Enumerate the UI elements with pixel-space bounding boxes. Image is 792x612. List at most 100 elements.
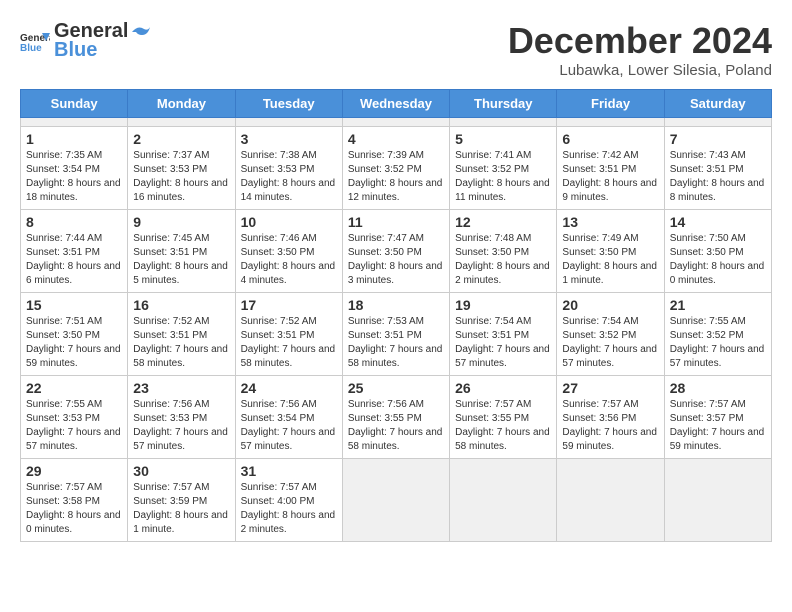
day-number: 22: [26, 380, 122, 396]
calendar-cell: [557, 459, 664, 542]
cell-info: Sunrise: 7:52 AMSunset: 3:51 PMDaylight:…: [133, 315, 229, 371]
calendar-cell: 5Sunrise: 7:41 AMSunset: 3:52 PMDaylight…: [450, 127, 557, 210]
calendar-cell: 14 Sunrise: 7:50 AMSunset: 3:50 PMDayligh…: [664, 210, 771, 293]
cell-info: Sunrise: 7:55 AMSunset: 3:52 PMDaylight:…: [670, 315, 766, 371]
day-number: 16: [133, 297, 229, 313]
day-number: 4: [348, 131, 444, 147]
day-number: 15: [26, 297, 122, 313]
day-number: 29: [26, 463, 122, 479]
cell-info: Sunrise: 7:46 AMSunset: 3:50 PMDaylight:…: [241, 232, 337, 288]
calendar-cell: 6Sunrise: 7:42 AMSunset: 3:51 PMDaylight…: [557, 127, 664, 210]
cell-info: Sunrise: 7:50 AMSunset: 3:50 PMDaylight:…: [670, 232, 766, 288]
calendar-cell: 9 Sunrise: 7:45 AMSunset: 3:51 PMDaylight…: [128, 210, 235, 293]
calendar-week-3: 8 Sunrise: 7:44 AMSunset: 3:51 PMDaylight…: [21, 210, 772, 293]
calendar-cell: 22 Sunrise: 7:55 AMSunset: 3:53 PMDayligh…: [21, 376, 128, 459]
calendar-cell: [21, 118, 128, 127]
day-number: 31: [241, 463, 337, 479]
calendar-cell: [128, 118, 235, 127]
cell-info: Sunrise: 7:57 AMSunset: 3:55 PMDaylight:…: [455, 398, 551, 454]
cell-info: Sunrise: 7:53 AMSunset: 3:51 PMDaylight:…: [348, 315, 444, 371]
calendar-cell: 1Sunrise: 7:35 AMSunset: 3:54 PMDaylight…: [21, 127, 128, 210]
day-number: 25: [348, 380, 444, 396]
day-number: 2: [133, 131, 229, 147]
day-number: 24: [241, 380, 337, 396]
cell-info: Sunrise: 7:57 AMSunset: 3:59 PMDaylight:…: [133, 481, 229, 537]
calendar-week-5: 22 Sunrise: 7:55 AMSunset: 3:53 PMDayligh…: [21, 376, 772, 459]
day-number: 27: [562, 380, 658, 396]
day-number: 5: [455, 131, 551, 147]
day-number: 18: [348, 297, 444, 313]
day-number: 9: [133, 214, 229, 230]
calendar-cell: 16 Sunrise: 7:52 AMSunset: 3:51 PMDayligh…: [128, 293, 235, 376]
day-number: 3: [241, 131, 337, 147]
day-number: 21: [670, 297, 766, 313]
cell-info: Sunrise: 7:45 AMSunset: 3:51 PMDaylight:…: [133, 232, 229, 288]
calendar-cell: [450, 118, 557, 127]
calendar-cell: 29Sunrise: 7:57 AMSunset: 3:58 PMDayligh…: [21, 459, 128, 542]
day-number: 20: [562, 297, 658, 313]
calendar-cell: 23Sunrise: 7:56 AMSunset: 3:53 PMDayligh…: [128, 376, 235, 459]
day-number: 13: [562, 214, 658, 230]
day-number: 30: [133, 463, 229, 479]
day-number: 28: [670, 380, 766, 396]
cell-info: Sunrise: 7:57 AMSunset: 3:56 PMDaylight:…: [562, 398, 658, 454]
cell-info: Sunrise: 7:54 AMSunset: 3:52 PMDaylight:…: [562, 315, 658, 371]
calendar-cell: [342, 459, 449, 542]
cell-info: Sunrise: 7:52 AMSunset: 3:51 PMDaylight:…: [241, 315, 337, 371]
calendar: SundayMondayTuesdayWednesdayThursdayFrid…: [20, 89, 772, 542]
day-number: 8: [26, 214, 122, 230]
calendar-cell: 10 Sunrise: 7:46 AMSunset: 3:50 PMDayligh…: [235, 210, 342, 293]
logo-bird-icon: [130, 23, 152, 41]
cell-info: Sunrise: 7:51 AMSunset: 3:50 PMDaylight:…: [26, 315, 122, 371]
calendar-cell: 7 Sunrise: 7:43 AMSunset: 3:51 PMDaylight…: [664, 127, 771, 210]
calendar-week-2: 1Sunrise: 7:35 AMSunset: 3:54 PMDaylight…: [21, 127, 772, 210]
day-number: 6: [562, 131, 658, 147]
cell-info: Sunrise: 7:54 AMSunset: 3:51 PMDaylight:…: [455, 315, 551, 371]
calendar-cell: 19 Sunrise: 7:54 AMSunset: 3:51 PMDayligh…: [450, 293, 557, 376]
calendar-cell: 17 Sunrise: 7:52 AMSunset: 3:51 PMDayligh…: [235, 293, 342, 376]
day-header-sunday: Sunday: [21, 90, 128, 118]
calendar-cell: 26 Sunrise: 7:57 AMSunset: 3:55 PMDayligh…: [450, 376, 557, 459]
cell-info: Sunrise: 7:48 AMSunset: 3:50 PMDaylight:…: [455, 232, 551, 288]
day-number: 10: [241, 214, 337, 230]
title-area: December 2024 Lubawka, Lower Silesia, Po…: [508, 20, 772, 79]
day-number: 19: [455, 297, 551, 313]
cell-info: Sunrise: 7:55 AMSunset: 3:53 PMDaylight:…: [26, 398, 122, 454]
calendar-cell: 18 Sunrise: 7:53 AMSunset: 3:51 PMDayligh…: [342, 293, 449, 376]
calendar-cell: [450, 459, 557, 542]
day-number: 14: [670, 214, 766, 230]
day-number: 17: [241, 297, 337, 313]
cell-info: Sunrise: 7:56 AMSunset: 3:55 PMDaylight:…: [348, 398, 444, 454]
day-header-tuesday: Tuesday: [235, 90, 342, 118]
header: General Blue General Blue December 2024 …: [20, 20, 772, 79]
calendar-cell: 21 Sunrise: 7:55 AMSunset: 3:52 PMDayligh…: [664, 293, 771, 376]
day-number: 12: [455, 214, 551, 230]
day-header-thursday: Thursday: [450, 90, 557, 118]
cell-info: Sunrise: 7:56 AMSunset: 3:54 PMDaylight:…: [241, 398, 337, 454]
day-header-wednesday: Wednesday: [342, 90, 449, 118]
calendar-cell: 30 Sunrise: 7:57 AMSunset: 3:59 PMDayligh…: [128, 459, 235, 542]
day-number: 11: [348, 214, 444, 230]
calendar-cell: 31Sunrise: 7:57 AMSunset: 4:00 PMDayligh…: [235, 459, 342, 542]
calendar-cell: 24 Sunrise: 7:56 AMSunset: 3:54 PMDayligh…: [235, 376, 342, 459]
day-header-saturday: Saturday: [664, 90, 771, 118]
calendar-cell: 8 Sunrise: 7:44 AMSunset: 3:51 PMDaylight…: [21, 210, 128, 293]
logo-icon: General Blue: [20, 29, 50, 53]
calendar-week-4: 15 Sunrise: 7:51 AMSunset: 3:50 PMDayligh…: [21, 293, 772, 376]
cell-info: Sunrise: 7:39 AMSunset: 3:52 PMDaylight:…: [348, 149, 444, 205]
day-number: 26: [455, 380, 551, 396]
cell-info: Sunrise: 7:44 AMSunset: 3:51 PMDaylight:…: [26, 232, 122, 288]
calendar-cell: 11Sunrise: 7:47 AMSunset: 3:50 PMDayligh…: [342, 210, 449, 293]
calendar-cell: 15 Sunrise: 7:51 AMSunset: 3:50 PMDayligh…: [21, 293, 128, 376]
calendar-cell: 2Sunrise: 7:37 AMSunset: 3:53 PMDaylight…: [128, 127, 235, 210]
cell-info: Sunrise: 7:43 AMSunset: 3:51 PMDaylight:…: [670, 149, 766, 205]
calendar-week-6: 29Sunrise: 7:57 AMSunset: 3:58 PMDayligh…: [21, 459, 772, 542]
calendar-cell: 3Sunrise: 7:38 AMSunset: 3:53 PMDaylight…: [235, 127, 342, 210]
logo: General Blue General Blue: [20, 20, 154, 62]
calendar-cell: 28Sunrise: 7:57 AMSunset: 3:57 PMDayligh…: [664, 376, 771, 459]
calendar-cell: [342, 118, 449, 127]
calendar-cell: [664, 118, 771, 127]
calendar-cell: 25 Sunrise: 7:56 AMSunset: 3:55 PMDayligh…: [342, 376, 449, 459]
calendar-header-row: SundayMondayTuesdayWednesdayThursdayFrid…: [21, 90, 772, 118]
day-number: 7: [670, 131, 766, 147]
